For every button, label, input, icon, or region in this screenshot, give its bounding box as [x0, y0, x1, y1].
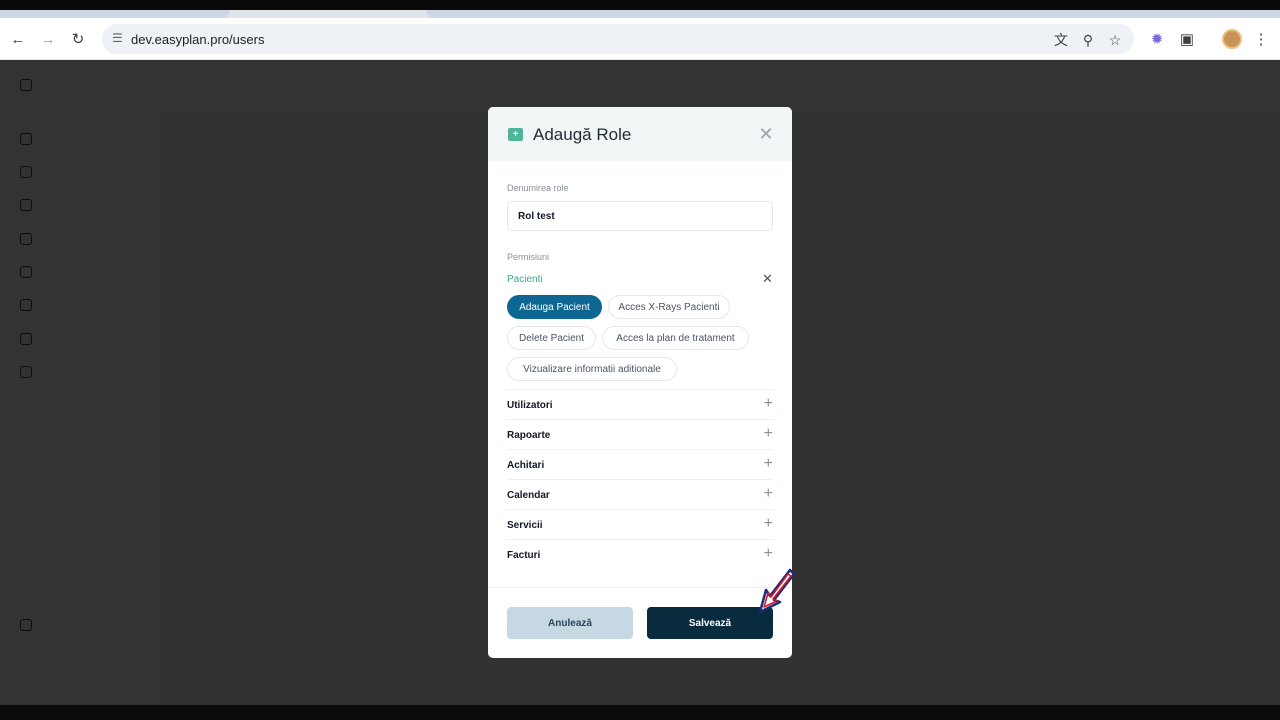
permission-group-row[interactable]: Servicii + — [507, 509, 773, 539]
permission-chip[interactable]: Adauga Pacient — [507, 295, 602, 319]
dialog-title: Adaugă Role — [533, 125, 632, 144]
url-text[interactable]: dev.easyplan.pro/users — [131, 32, 264, 47]
expand-plus-icon[interactable]: + — [764, 515, 773, 533]
cancel-button[interactable]: Anulează — [507, 607, 633, 639]
extension-icon[interactable]: ✹ — [1146, 28, 1168, 50]
browser-toolbar: ← → ↻ ☰ dev.easyplan.pro/users 文 ⚲ ☆ ✹ ▣… — [0, 18, 1280, 60]
folder-plus-icon: + — [508, 128, 523, 141]
back-arrow-icon[interactable]: ← — [7, 28, 29, 50]
section-title-pacienti[interactable]: Pacienti — [507, 274, 543, 285]
save-button[interactable]: Salvează — [647, 607, 773, 639]
dialog-header: + Adaugă Role ✕ — [488, 107, 792, 161]
permissions-label: Permisiuni — [507, 252, 550, 262]
permission-chip[interactable]: Delete Pacient — [507, 326, 596, 350]
pointer-arrow-icon — [758, 568, 796, 614]
expand-plus-icon[interactable]: + — [764, 395, 773, 413]
permission-chip[interactable]: Acces X-Rays Pacienti — [608, 295, 730, 319]
permission-group-row[interactable]: Achitari + — [507, 449, 773, 479]
permission-group-label: Rapoarte — [507, 430, 551, 441]
permission-group-label: Calendar — [507, 490, 550, 501]
permission-group-label: Facturi — [507, 550, 541, 561]
site-settings-icon[interactable]: ☰ — [112, 31, 128, 47]
translate-icon[interactable]: 文 — [1052, 31, 1070, 49]
permission-group-label: Utilizatori — [507, 400, 553, 411]
permission-chip[interactable]: Vizualizare informatii aditionale — [507, 357, 677, 381]
close-icon[interactable]: ✕ — [758, 124, 774, 144]
permission-group-row[interactable]: Rapoarte + — [507, 419, 773, 449]
collapse-section-icon[interactable]: ✕ — [762, 271, 773, 287]
forward-arrow-icon[interactable]: → — [37, 28, 59, 50]
role-name-label: Denumirea role — [507, 183, 569, 193]
permission-group-label: Servicii — [507, 520, 543, 531]
more-menu-icon[interactable]: ⋮ — [1250, 28, 1272, 50]
permission-group-row[interactable]: Facturi + — [507, 539, 773, 569]
reload-icon[interactable]: ↻ — [67, 28, 89, 50]
permission-group-row[interactable]: Utilizatori + — [507, 389, 773, 419]
bottom-bar — [0, 705, 1280, 720]
permission-chip[interactable]: Acces la plan de tratament — [602, 326, 749, 350]
tab-background-left[interactable] — [0, 10, 230, 18]
address-bar[interactable]: ☰ dev.easyplan.pro/users 文 ⚲ ☆ — [102, 24, 1134, 54]
expand-plus-icon[interactable]: + — [764, 485, 773, 503]
role-name-input[interactable]: Rol test — [507, 201, 773, 231]
permission-group-label: Achitari — [507, 460, 545, 471]
permission-group-row[interactable]: Calendar + — [507, 479, 773, 509]
bookmark-star-icon[interactable]: ☆ — [1106, 31, 1124, 49]
add-role-dialog: + Adaugă Role ✕ Denumirea role Rol test … — [488, 107, 792, 658]
zoom-icon[interactable]: ⚲ — [1079, 31, 1097, 49]
expand-plus-icon[interactable]: + — [764, 425, 773, 443]
footer-divider — [488, 587, 792, 588]
expand-plus-icon[interactable]: + — [764, 545, 773, 563]
tab-strip — [0, 10, 1280, 18]
tab-background-right[interactable] — [426, 10, 1280, 18]
expand-plus-icon[interactable]: + — [764, 455, 773, 473]
profile-avatar[interactable] — [1222, 29, 1242, 49]
extensions-puzzle-icon[interactable]: ▣ — [1176, 28, 1198, 50]
